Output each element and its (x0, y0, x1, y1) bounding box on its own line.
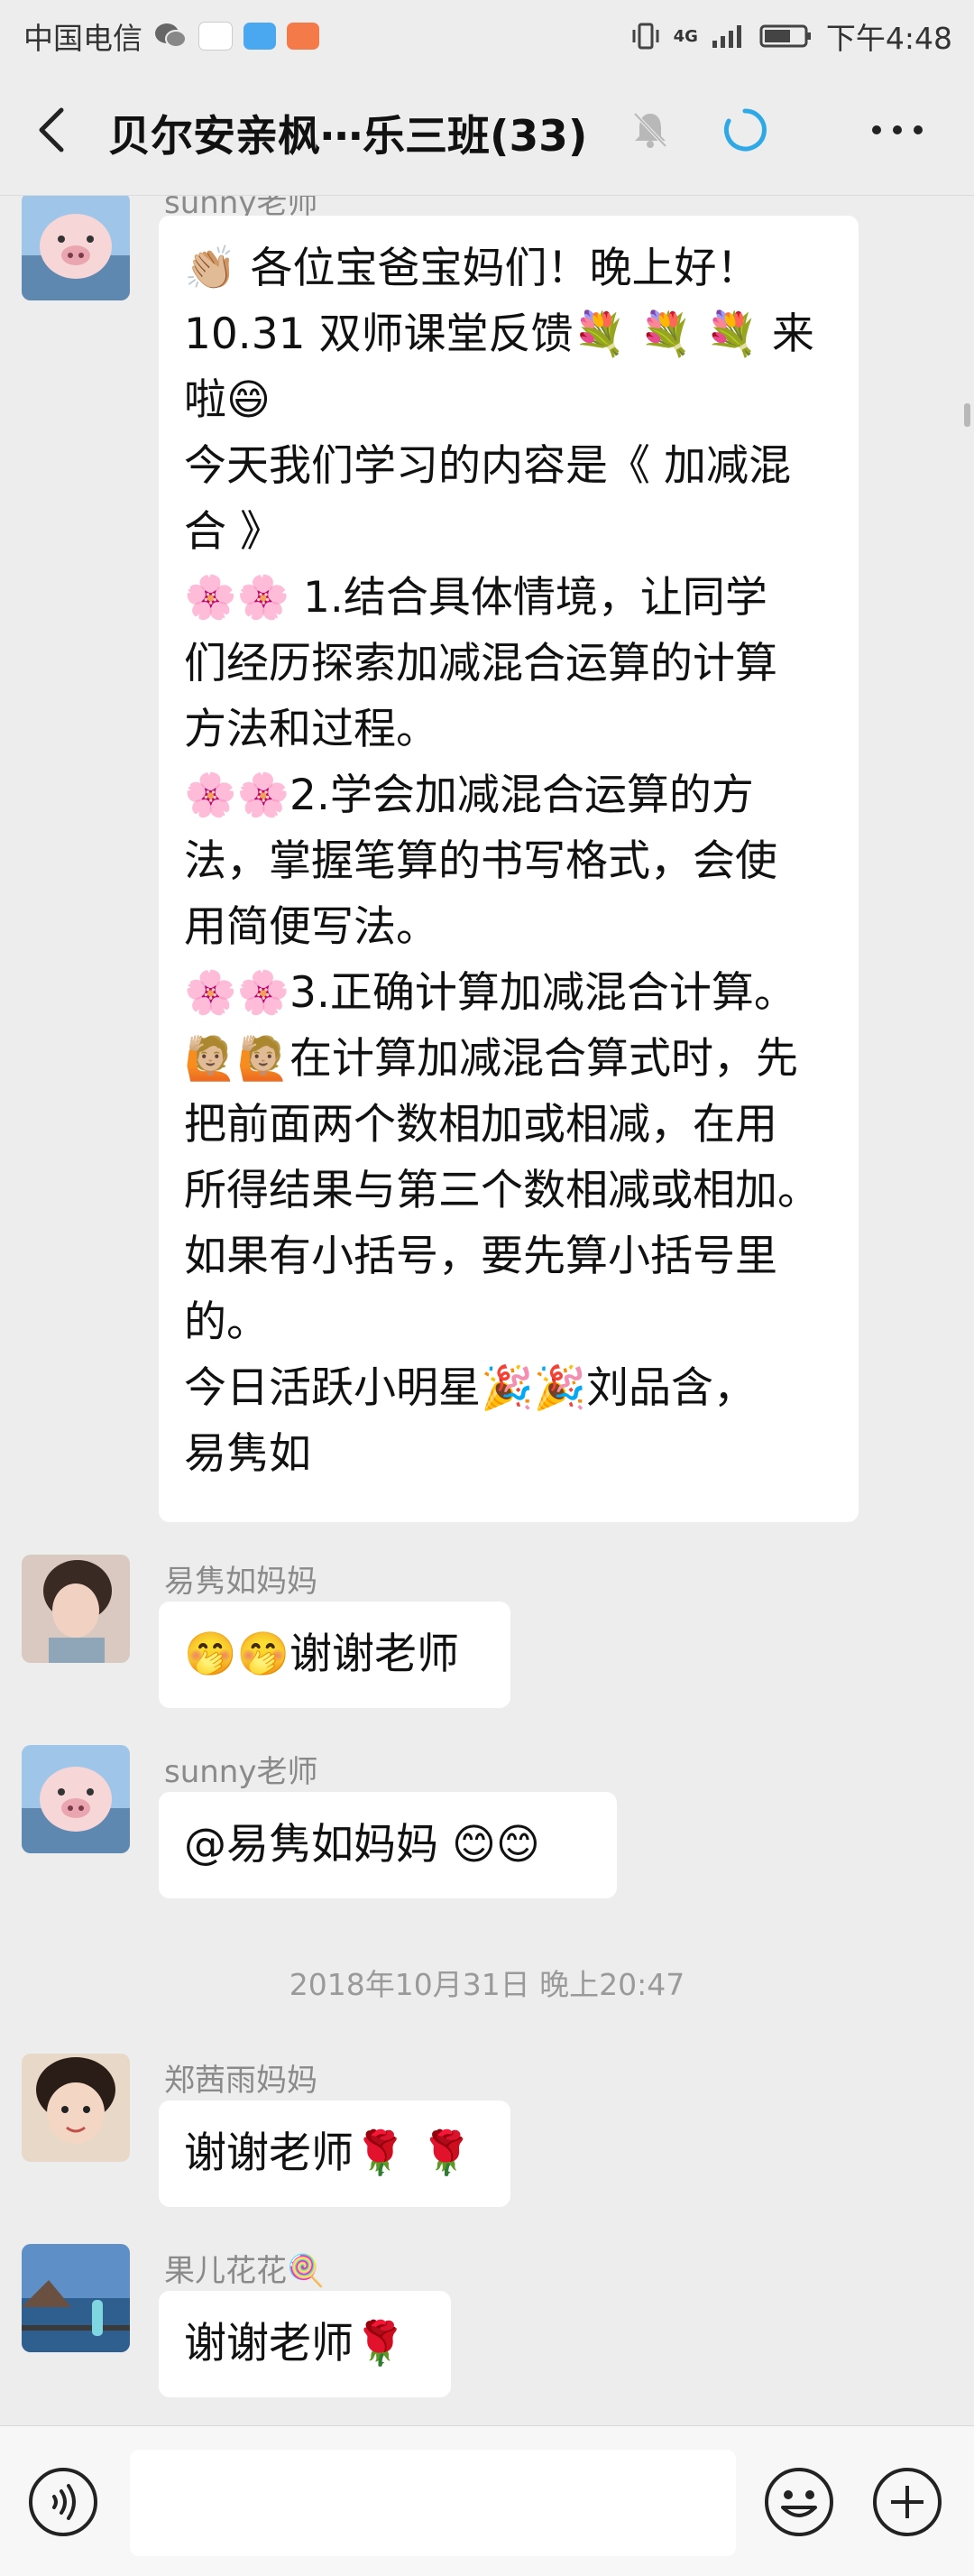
seaside-avatar-image (22, 2244, 130, 2352)
scrollbar-thumb[interactable] (964, 403, 970, 427)
network-type-label: 4G (673, 26, 698, 46)
voice-input-icon[interactable] (27, 2466, 99, 2538)
mute-bell-icon (633, 112, 667, 148)
chat-messages[interactable]: sunny老师 👏🏼 各位宝爸宝妈们！晚上好！ 10.31 双师课堂反馈💐 💐 … (0, 196, 974, 2424)
woman-avatar-image (22, 1555, 130, 1663)
message-line: 啦😄 (184, 375, 271, 425)
message-line: 谢谢老师🌹 (184, 2319, 407, 2368)
signal-icon (712, 25, 741, 48)
message-line: 👏🏼 各位宝爸宝妈们！晚上好！ (184, 244, 759, 293)
message-line: 用简便写法。 (184, 902, 438, 952)
chat-header: 贝尔安亲枫⋯乐三班(33) (0, 65, 974, 196)
emoji-icon[interactable] (763, 2466, 835, 2538)
message-line: 今日活跃小明星🎉🎉刘品含， (184, 1363, 757, 1413)
avatar[interactable] (22, 196, 130, 300)
pig-avatar-image (22, 1745, 130, 1853)
vmall-app-icon (198, 22, 233, 51)
sender-name: 果儿花花🍭 (164, 2253, 326, 2289)
message-bubble[interactable]: @易隽如妈妈 😊😊 (159, 1792, 617, 1898)
status-bar: 中国电信 4G 下午4:48 (0, 0, 974, 65)
bird-app-icon (244, 23, 276, 50)
sender-name: 易隽如妈妈 (164, 1564, 317, 1600)
message-line: 🌸🌸2.学会加减混合运算的方 (184, 771, 754, 820)
message-line: 把前面两个数相加或相减，在用 (184, 1100, 777, 1150)
battery-icon (759, 24, 811, 48)
message-line: 合 》 (184, 507, 282, 557)
carrier-label: 中国电信 (23, 21, 142, 56)
sender-name: sunny老师 (164, 1754, 318, 1790)
message-line: 🤭🤭谢谢老师 (184, 1630, 460, 1679)
message-bubble[interactable]: 🤭🤭谢谢老师 (159, 1602, 510, 1708)
message-line: 的。 (184, 1297, 269, 1347)
more-options-icon[interactable] (866, 112, 929, 148)
avatar[interactable] (22, 2054, 130, 2162)
message-line: 🌸🌸 1.结合具体情境，让同学 (184, 573, 767, 623)
chat-timestamp: 2018年10月31日 晚上20:47 (289, 1967, 685, 2002)
message-input[interactable] (130, 2450, 736, 2556)
add-attachment-icon[interactable] (871, 2466, 943, 2538)
back-arrow-icon[interactable] (27, 103, 81, 157)
avatar[interactable] (22, 1555, 130, 1663)
message-bubble[interactable]: 谢谢老师🌹 (159, 2291, 451, 2397)
message-line: 🌸🌸3.正确计算加减混合计算。 (184, 968, 796, 1018)
pig-avatar-image (22, 196, 130, 300)
message-line: 谢谢老师🌹 🌹 (184, 2128, 473, 2178)
message-line: 所得结果与第三个数相减或相加。 (184, 1166, 820, 1215)
status-left: 中国电信 (23, 14, 319, 58)
sender-name: 郑茜雨妈妈 (164, 2063, 317, 2099)
loading-spinner-icon (723, 108, 767, 152)
message-line: 方法和过程。 (184, 705, 438, 754)
wechat-icon (155, 23, 187, 48)
message-line: 今天我们学习的内容是《 加减混 (184, 441, 791, 491)
avatar[interactable] (22, 2244, 130, 2352)
message-line: 法，掌握笔算的书写格式，会使 (184, 836, 777, 886)
message-line: 如果有小括号，要先算小括号里 (184, 1232, 777, 1281)
message-line: 10.31 双师课堂反馈💐 💐 💐 来 (184, 309, 814, 359)
status-right: 4G 下午4:48 (630, 14, 952, 58)
video-app-icon (287, 23, 319, 50)
clock-label: 下午4:48 (825, 21, 952, 56)
message-line: @易隽如妈妈 😊😊 (184, 1820, 540, 1870)
message-line: 🙋🏼🙋🏼在计算加减混合算式时，先 (184, 1034, 799, 1084)
input-toolbar (0, 2425, 974, 2576)
vibrate-icon (632, 23, 659, 50)
girl-avatar-image (22, 2054, 130, 2162)
chat-title: 贝尔安亲枫⋯乐三班(33) (108, 112, 588, 162)
message-bubble[interactable]: 👏🏼 各位宝爸宝妈们！晚上好！ 10.31 双师课堂反馈💐 💐 💐 来 啦😄 今… (159, 216, 859, 1522)
message-line: 们经历探索加减混合运算的计算 (184, 639, 777, 688)
message-bubble[interactable]: 谢谢老师🌹 🌹 (159, 2101, 510, 2207)
message-line: 易隽如 (184, 1429, 311, 1479)
avatar[interactable] (22, 1745, 130, 1853)
